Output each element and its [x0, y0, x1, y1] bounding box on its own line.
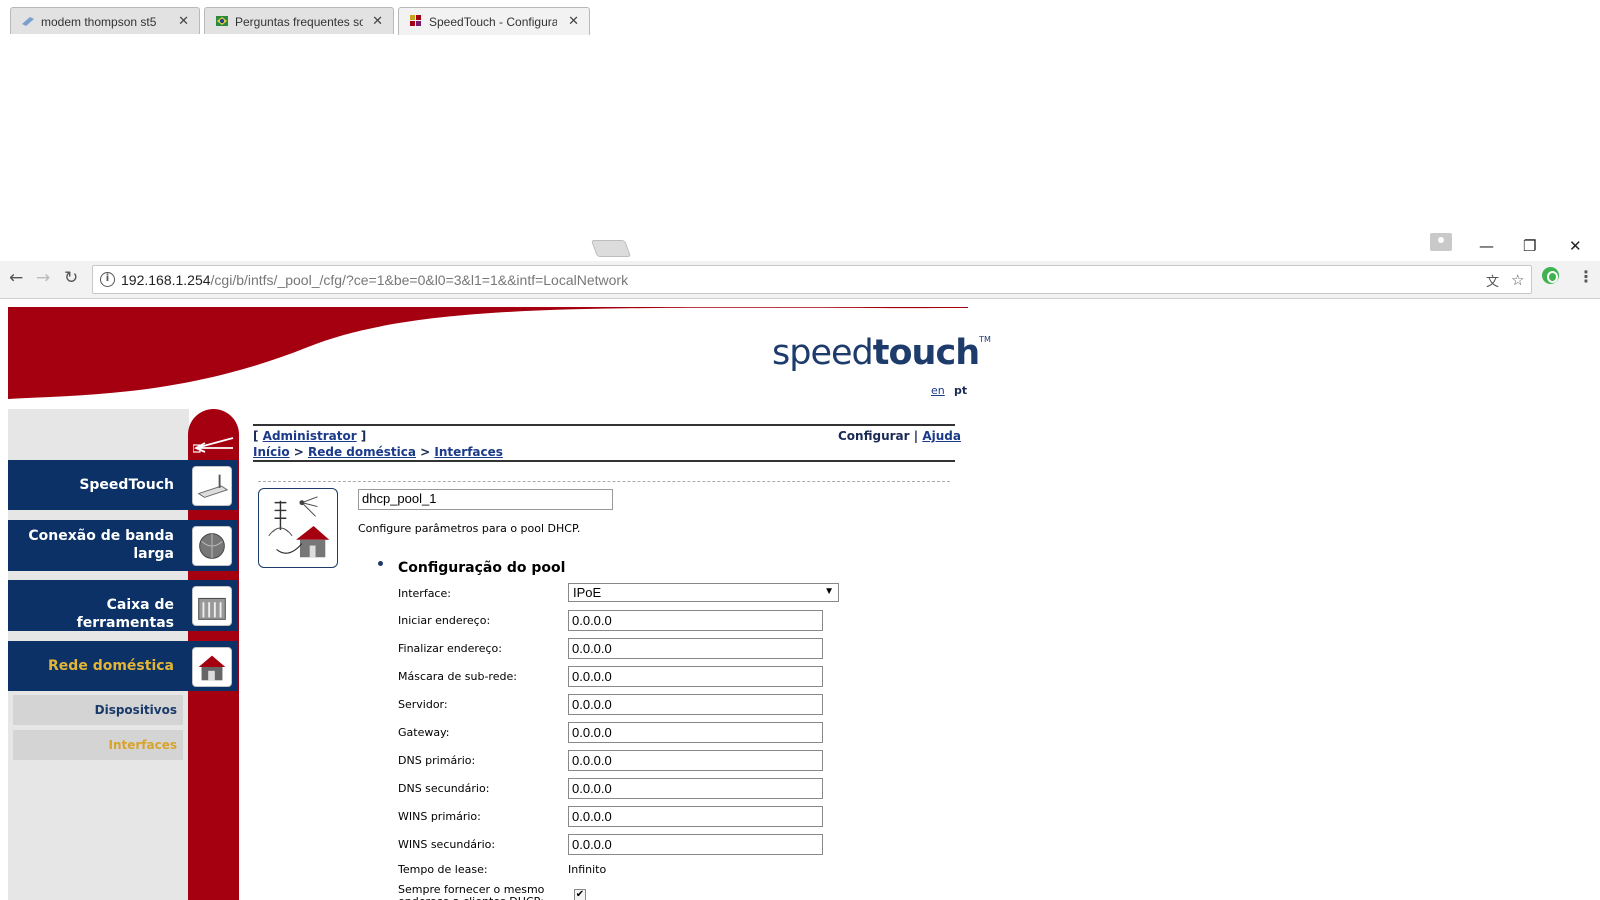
- info-icon[interactable]: i: [100, 272, 115, 287]
- router-icon: [192, 466, 232, 506]
- primary-wins-input[interactable]: 0.0.0.0: [568, 806, 823, 827]
- sidebar-item-toolbox[interactable]: Caixa de ferramentas: [8, 580, 238, 631]
- globe-icon: [192, 526, 232, 566]
- primary-dns-input[interactable]: 0.0.0.0: [568, 750, 823, 771]
- browser-window: { "tabs": [ {"label": "modem thompson st…: [0, 0, 1600, 900]
- sidebar-item-speedtouch[interactable]: SpeedTouch: [8, 460, 238, 510]
- start-address-label: Iniciar endereço:: [398, 614, 491, 627]
- primary-dns-label: DNS primário:: [398, 754, 476, 767]
- header-actions: Configurar | Ajuda: [838, 429, 961, 443]
- server-input[interactable]: 0.0.0.0: [568, 694, 823, 715]
- back-arrow-icon[interactable]: [193, 435, 235, 453]
- content-divider: [258, 481, 950, 482]
- speedtouch-favicon-icon: [410, 15, 421, 26]
- breadcrumb-home-network[interactable]: Rede doméstica: [308, 445, 416, 459]
- pool-description: Configure parâmetros para o pool DHCP.: [358, 522, 581, 535]
- star-icon[interactable]: ☆: [1511, 271, 1524, 289]
- tab-strip: [0, 227, 1600, 261]
- sidebar-subitem-interfaces[interactable]: Interfaces: [13, 730, 183, 760]
- secondary-dns-label: DNS secundário:: [398, 782, 490, 795]
- breadcrumb-interfaces[interactable]: Interfaces: [434, 445, 503, 459]
- interface-select[interactable]: IPoE ▼: [568, 583, 839, 602]
- start-address-input[interactable]: 0.0.0.0: [568, 610, 823, 631]
- dhcp-pool-icon: [258, 488, 338, 568]
- server-label: Servidor:: [398, 698, 448, 711]
- tab-label: Perguntas frequentes sob: [235, 15, 363, 29]
- reload-icon[interactable]: ↻: [64, 268, 78, 288]
- end-address-input[interactable]: 0.0.0.0: [568, 638, 823, 659]
- tab-label: SpeedTouch - Configurac: [429, 15, 557, 29]
- tab-speedtouch[interactable]: SpeedTouch - Configurac ✕: [398, 7, 590, 35]
- extension-power-icon[interactable]: [1542, 267, 1559, 284]
- always-same-address-label: Sempre fornecer o mesmo endereço a clien…: [398, 883, 545, 900]
- link-icon: [22, 17, 34, 26]
- header-top-rule: [253, 424, 955, 426]
- interface-label: Interface:: [398, 587, 451, 600]
- forward-icon[interactable]: →: [36, 268, 50, 288]
- restore-icon[interactable]: ❐: [1523, 237, 1536, 255]
- help-link[interactable]: Ajuda: [922, 429, 961, 443]
- address-url: 192.168.1.254/cgi/b/intfs/_pool_/cfg/?ce…: [121, 272, 629, 288]
- interface-selected-value: IPoE: [573, 585, 602, 600]
- secondary-wins-input[interactable]: 0.0.0.0: [568, 834, 823, 855]
- secondary-wins-label: WINS secundário:: [398, 838, 496, 851]
- pool-name-input[interactable]: dhcp_pool_1: [358, 489, 613, 510]
- back-icon[interactable]: ←: [9, 268, 23, 288]
- tab-label: modem thompson st5: [41, 15, 157, 29]
- tab-modem-thompson[interactable]: modem thompson st5 ✕: [10, 7, 200, 34]
- browser-toolbar: ← → ↻ i 192.168.1.254/cgi/b/intfs/_pool_…: [0, 261, 1600, 299]
- breadcrumb: Início > Rede doméstica > Interfaces: [253, 445, 503, 459]
- configure-label: Configurar: [838, 429, 910, 443]
- speedtouch-logo: speedtouchTM: [772, 333, 991, 373]
- gateway-label: Gateway:: [398, 726, 450, 739]
- new-tab-button[interactable]: [590, 240, 632, 257]
- subnet-mask-label: Máscara de sub-rede:: [398, 670, 517, 683]
- translate-icon[interactable]: 文: [1486, 271, 1499, 290]
- section-title: Configuração do pool: [398, 560, 566, 576]
- sidebar-item-home-network[interactable]: Rede doméstica: [8, 641, 238, 691]
- gateway-input[interactable]: 0.0.0.0: [568, 722, 823, 743]
- breadcrumb-inicio[interactable]: Início: [253, 445, 290, 459]
- flag-icon: [216, 16, 228, 26]
- lang-pt-current: pt: [954, 384, 968, 397]
- section-bullet: [378, 561, 383, 566]
- always-same-address-checkbox[interactable]: ✔: [574, 889, 586, 900]
- close-icon[interactable]: ✕: [178, 13, 189, 29]
- secondary-dns-input[interactable]: 0.0.0.0: [568, 778, 823, 799]
- minimize-icon[interactable]: —: [1479, 237, 1494, 255]
- sidebar-subitem-devices[interactable]: Dispositivos: [13, 695, 183, 725]
- house-icon: [192, 647, 232, 687]
- close-icon[interactable]: ✕: [568, 13, 579, 29]
- window-close-icon[interactable]: ✕: [1569, 237, 1582, 255]
- primary-wins-label: WINS primário:: [398, 810, 481, 823]
- menu-icon[interactable]: ⋮: [1578, 267, 1594, 286]
- tab-perguntas[interactable]: Perguntas frequentes sob ✕: [204, 7, 394, 34]
- profile-icon[interactable]: [1430, 233, 1452, 251]
- lang-en-link[interactable]: en: [931, 384, 945, 397]
- dropdown-arrow-icon: ▼: [824, 586, 834, 597]
- close-icon[interactable]: ✕: [372, 13, 383, 29]
- subnet-mask-input[interactable]: 0.0.0.0: [568, 666, 823, 687]
- lease-time-value: Infinito: [568, 863, 607, 876]
- sidebar-item-broadband[interactable]: Conexão de banda larga: [8, 520, 238, 571]
- end-address-label: Finalizar endereço:: [398, 642, 502, 655]
- header-bottom-rule: [253, 460, 955, 462]
- administrator-link[interactable]: Administrator: [263, 429, 357, 443]
- lease-time-label: Tempo de lease:: [398, 863, 488, 876]
- user-indicator: [ Administrator ]: [253, 429, 367, 443]
- address-bar[interactable]: i 192.168.1.254/cgi/b/intfs/_pool_/cfg/?…: [92, 265, 1532, 294]
- toolbox-icon: [192, 586, 232, 626]
